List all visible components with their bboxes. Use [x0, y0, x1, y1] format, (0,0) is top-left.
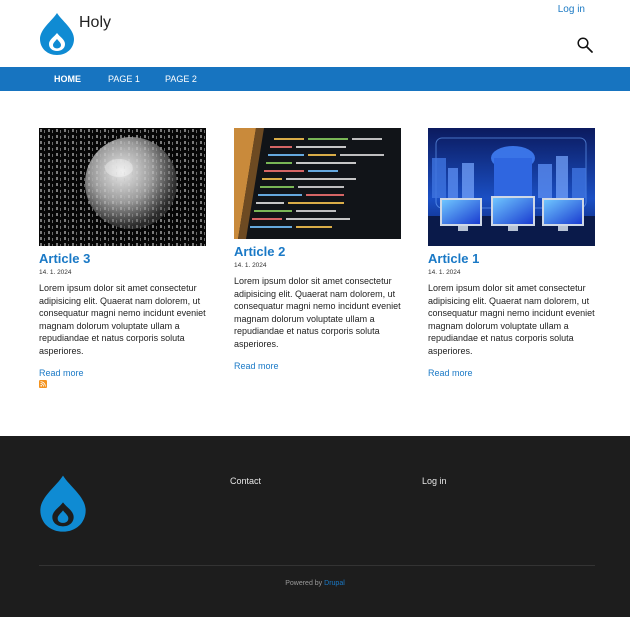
nav-item-page-2[interactable]: PAGE 2	[165, 67, 197, 91]
article-card: Article 3 14. 1. 2024 Lorem ipsum dolor …	[39, 128, 206, 388]
article-date: 14. 1. 2024	[428, 269, 461, 276]
rss-icon[interactable]	[39, 380, 47, 388]
article-summary: Lorem ipsum dolor sit amet consectetur a…	[234, 276, 401, 349]
read-more-link[interactable]: Read more	[428, 368, 595, 378]
site-header: Holy Log in	[0, 0, 630, 67]
article-card: Article 1 14. 1. 2024 Lorem ipsum dolor …	[428, 128, 595, 378]
footer-login-link[interactable]: Log in	[422, 476, 447, 486]
powered-by: Powered by Drupal	[0, 580, 630, 587]
powered-by-text: Powered by	[285, 580, 323, 587]
article-title[interactable]: Article 2	[234, 243, 401, 260]
code-on-laptop-image[interactable]	[234, 128, 401, 239]
city-monitors-image[interactable]	[428, 128, 595, 246]
read-more-link[interactable]: Read more	[234, 361, 401, 371]
site-footer: Contact Log in Powered by Drupal	[0, 436, 630, 617]
login-link[interactable]: Log in	[558, 4, 585, 15]
article-summary: Lorem ipsum dolor sit amet consectetur a…	[39, 283, 206, 356]
drupal-drop-icon[interactable]	[39, 11, 75, 56]
binary-sphere-image[interactable]	[39, 128, 206, 246]
nav-item-home[interactable]: HOME	[54, 67, 81, 91]
article-title[interactable]: Article 3	[39, 250, 206, 267]
main-nav: HOME PAGE 1 PAGE 2	[0, 67, 630, 91]
site-name[interactable]: Holy	[79, 14, 111, 32]
article-summary: Lorem ipsum dolor sit amet consectetur a…	[428, 283, 595, 356]
article-title[interactable]: Article 1	[428, 250, 595, 267]
article-date: 14. 1. 2024	[234, 262, 267, 269]
search-icon[interactable]	[577, 37, 593, 53]
article-card: Article 2 14. 1. 2024 Lorem ipsum dolor …	[234, 128, 401, 371]
drupal-link[interactable]: Drupal	[324, 580, 345, 587]
drupal-drop-icon[interactable]	[39, 473, 87, 533]
nav-item-page-1[interactable]: PAGE 1	[108, 67, 140, 91]
read-more-link[interactable]: Read more	[39, 368, 206, 378]
footer-divider	[39, 565, 595, 566]
footer-contact-link[interactable]: Contact	[230, 476, 261, 486]
article-date: 14. 1. 2024	[39, 269, 72, 276]
